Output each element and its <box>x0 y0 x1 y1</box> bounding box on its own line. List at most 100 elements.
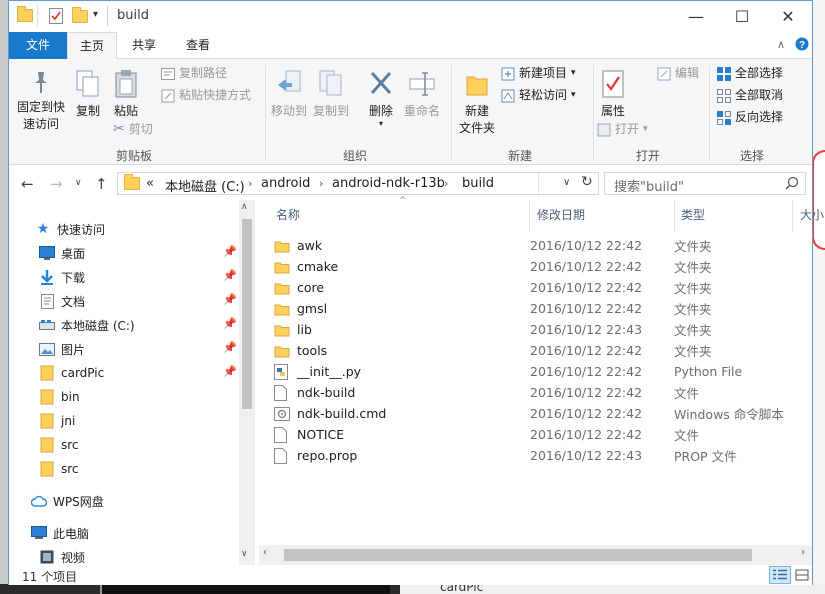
large-icons-view-button[interactable] <box>791 566 813 584</box>
nav-item-local-disk[interactable]: 本地磁盘 (C:) 📌 <box>39 313 239 337</box>
nav-item-videos[interactable]: 视频 <box>39 545 239 565</box>
details-view-button[interactable] <box>769 566 791 584</box>
folder-icon <box>39 365 55 381</box>
scroll-down-chevron-icon[interactable]: ∨ <box>241 549 248 559</box>
horizontal-scrollbar-thumb[interactable] <box>284 549 752 561</box>
pin-icon[interactable]: 📌 <box>223 341 237 354</box>
back-arrow-icon[interactable]: ← <box>21 175 34 193</box>
file-row[interactable]: repo.prop 2016/10/12 22:43 PROP 文件 <box>274 445 814 466</box>
nav-item-bin[interactable]: bin <box>39 385 239 409</box>
scroll-right-chevron-icon[interactable]: › <box>801 547 805 558</box>
column-header-size[interactable]: 大小 <box>800 206 824 223</box>
drive-icon <box>39 317 55 333</box>
open-button[interactable]: 打开 ▾ <box>597 121 648 138</box>
nav-item-desktop[interactable]: 桌面 📌 <box>39 241 239 265</box>
breadcrumb-chevron-icon[interactable]: › <box>319 177 323 190</box>
close-button[interactable]: ✕ <box>765 1 811 31</box>
cmd-file-icon <box>274 406 290 422</box>
up-arrow-icon[interactable]: ↑ <box>95 175 108 193</box>
scroll-left-chevron-icon[interactable]: ‹ <box>263 547 267 558</box>
pin-icon[interactable]: 📌 <box>223 269 237 282</box>
file-row[interactable]: ndk-build 2016/10/12 22:42 文件 <box>274 382 814 403</box>
breadcrumb-overflow[interactable]: « <box>146 176 154 191</box>
paste-shortcut-button[interactable]: 粘贴快捷方式 <box>161 87 251 104</box>
tab-share[interactable]: 共享 <box>121 32 167 59</box>
copy-to-button[interactable]: 复制到 <box>311 69 351 120</box>
file-row[interactable]: awk 2016/10/12 22:42 文件夹 <box>274 235 814 256</box>
select-all-button[interactable]: 全部选择 <box>717 65 783 82</box>
file-row[interactable]: lib 2016/10/12 22:43 文件夹 <box>274 319 814 340</box>
folder-icon <box>17 6 33 22</box>
recent-locations-chevron-icon[interactable]: ∨ <box>75 178 82 188</box>
file-row[interactable]: ndk-build.cmd 2016/10/12 22:42 Windows 命… <box>274 403 814 424</box>
forward-arrow-icon[interactable]: → <box>50 175 63 193</box>
chevron-up-icon[interactable]: ∧ <box>777 38 785 51</box>
scroll-up-chevron-icon[interactable]: ∧ <box>241 202 248 212</box>
new-item-button[interactable]: 新建项目 ▾ <box>501 65 576 82</box>
breadcrumb-build[interactable]: build <box>462 176 494 191</box>
copy-icon <box>75 69 101 99</box>
pin-icon[interactable]: 📌 <box>223 365 237 378</box>
move-to-button[interactable]: 移动到 <box>269 69 309 120</box>
select-none-button[interactable]: 全部取消 <box>717 87 783 104</box>
breadcrumb-chevron-icon[interactable]: › <box>444 177 448 190</box>
nav-item-src[interactable]: src <box>39 433 239 457</box>
folder-icon <box>39 461 55 477</box>
breadcrumb-chevron-icon[interactable]: › <box>248 177 252 190</box>
nav-item-quick-access[interactable]: ★ 快速访问 <box>35 217 239 241</box>
file-row[interactable]: tools 2016/10/12 22:42 文件夹 <box>274 340 814 361</box>
customize-quick-access-icon[interactable]: ▾ <box>93 9 98 20</box>
file-row[interactable]: NOTICE 2016/10/12 22:42 文件 <box>274 424 814 445</box>
nav-item-jni[interactable]: jni <box>39 409 239 433</box>
nav-item-src[interactable]: src <box>39 457 239 481</box>
nav-scrollbar-thumb[interactable] <box>242 219 252 409</box>
file-row[interactable]: gmsl 2016/10/12 22:42 文件夹 <box>274 298 814 319</box>
breadcrumb-drive[interactable]: 本地磁盘 (C:) <box>165 176 245 195</box>
rename-button[interactable]: 重命名 <box>401 69 443 120</box>
file-row[interactable]: __init__.py 2016/10/12 22:42 Python File <box>274 361 814 382</box>
nav-item-this-pc[interactable]: 此电脑 <box>31 521 239 545</box>
pin-quick-access-button[interactable]: 固定到快 速访问 <box>13 69 69 133</box>
group-organize-label: 组织 <box>342 149 367 163</box>
copy-path-button[interactable]: 复制路径 <box>161 65 227 82</box>
tab-home[interactable]: 主页 <box>67 32 117 60</box>
tab-file[interactable]: 文件 <box>9 32 67 59</box>
nav-item-cardpic[interactable]: cardPic 📌 <box>39 361 239 385</box>
paste-button[interactable]: 粘贴 <box>109 69 143 120</box>
maximize-button[interactable]: ☐ <box>719 1 765 31</box>
copy-button[interactable]: 复制 <box>71 69 105 120</box>
tab-view[interactable]: 查看 <box>175 32 221 59</box>
search-input[interactable]: 搜索"build" <box>604 172 806 195</box>
breadcrumb-android[interactable]: android <box>261 176 310 191</box>
nav-item-downloads[interactable]: 下载 📌 <box>39 265 239 289</box>
column-header-name[interactable]: 名称 <box>276 206 300 223</box>
cut-button[interactable]: ✂ 剪切 <box>113 121 153 138</box>
file-row[interactable]: cmake 2016/10/12 22:42 文件夹 <box>274 256 814 277</box>
video-icon <box>39 549 55 565</box>
delete-button[interactable]: 删除 ▾ <box>365 69 397 128</box>
file-row[interactable]: core 2016/10/12 22:42 文件夹 <box>274 277 814 298</box>
properties-quick-icon[interactable] <box>49 8 63 24</box>
pin-icon[interactable]: 📌 <box>223 317 237 330</box>
breadcrumb-ndk[interactable]: android-ndk-r13b <box>332 176 445 191</box>
edit-button[interactable]: 编辑 <box>657 65 699 82</box>
nav-item-wps-cloud[interactable]: WPS网盘 <box>31 489 239 513</box>
chevron-down-icon: ▾ <box>378 119 383 128</box>
search-icon[interactable] <box>785 176 799 190</box>
new-folder-quick-icon[interactable] <box>72 7 88 23</box>
pin-icon[interactable]: 📌 <box>223 293 237 306</box>
invert-selection-button[interactable]: 反向选择 <box>717 109 783 126</box>
nav-item-documents[interactable]: 文档 📌 <box>39 289 239 313</box>
column-header-date[interactable]: 修改日期 <box>537 206 585 223</box>
address-dropdown-chevron-icon[interactable]: ∨ <box>563 177 570 188</box>
pin-icon[interactable]: 📌 <box>223 245 237 258</box>
address-bar[interactable]: « 本地磁盘 (C:) › android › android-ndk-r13b… <box>117 172 599 195</box>
new-folder-button[interactable]: 新建 文件夹 <box>455 69 499 137</box>
help-icon[interactable]: ? <box>795 37 809 51</box>
properties-button[interactable]: 属性 <box>597 69 629 120</box>
nav-item-pictures[interactable]: 图片 📌 <box>39 337 239 361</box>
minimize-button[interactable]: — <box>673 1 719 31</box>
easy-access-button[interactable]: 轻松访问 ▾ <box>501 87 576 104</box>
column-header-type[interactable]: 类型 <box>681 206 705 223</box>
refresh-icon[interactable]: ↻ <box>581 174 593 190</box>
